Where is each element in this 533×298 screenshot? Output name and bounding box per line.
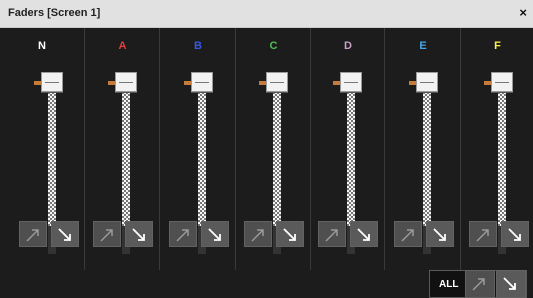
all-label: ALL xyxy=(439,279,459,290)
fader-knob[interactable] xyxy=(416,72,438,92)
arrow-down-right-icon xyxy=(132,228,145,241)
arrow-up-right-icon xyxy=(100,229,113,242)
channel-label: A xyxy=(118,40,127,52)
arrow-up-right-icon xyxy=(401,229,414,242)
fade-out-button[interactable] xyxy=(244,221,272,247)
channel-E: E xyxy=(384,28,461,270)
fader-knob[interactable] xyxy=(340,72,362,92)
channel-D: D xyxy=(310,28,385,270)
arrow-up-right-icon xyxy=(176,229,189,242)
arrow-down-right-icon xyxy=(357,228,370,241)
fader-knob[interactable] xyxy=(266,72,288,92)
arrow-down-right-icon xyxy=(58,228,71,241)
fade-out-button[interactable] xyxy=(318,221,346,247)
arrow-up-right-icon xyxy=(472,278,485,291)
window-titlebar: Faders [Screen 1] × xyxy=(0,0,533,28)
arrow-down-right-icon xyxy=(433,228,446,241)
fade-out-button[interactable] xyxy=(394,221,422,247)
channel-label: E xyxy=(419,40,427,52)
faders-panel: N A B C D E F xyxy=(0,28,533,298)
fade-in-button[interactable] xyxy=(51,221,79,247)
fade-in-button[interactable] xyxy=(276,221,304,247)
fade-out-button[interactable] xyxy=(19,221,47,247)
channel-label: C xyxy=(269,40,278,52)
channel-A: A xyxy=(84,28,160,270)
channel-C: C xyxy=(235,28,311,270)
channel-F: F xyxy=(460,28,533,270)
fade-in-button[interactable] xyxy=(501,221,529,247)
close-icon[interactable]: × xyxy=(519,5,527,20)
arrow-down-right-icon xyxy=(508,228,521,241)
arrow-up-right-icon xyxy=(325,229,338,242)
arrow-up-right-icon xyxy=(476,229,489,242)
all-channels-group: ALL xyxy=(429,270,527,298)
window-title: Faders [Screen 1] xyxy=(8,7,101,19)
arrow-up-right-icon xyxy=(251,229,264,242)
fade-out-button[interactable] xyxy=(469,221,497,247)
arrow-down-right-icon xyxy=(503,277,516,290)
fader-knob[interactable] xyxy=(191,72,213,92)
channel-B: B xyxy=(159,28,236,270)
fader-knob[interactable] xyxy=(41,72,63,92)
channel-label: N xyxy=(38,40,46,52)
all-fade-in-button[interactable] xyxy=(496,270,526,298)
arrow-up-right-icon xyxy=(26,229,39,242)
fade-out-button[interactable] xyxy=(169,221,197,247)
channel-label: D xyxy=(344,40,352,52)
fade-out-button[interactable] xyxy=(93,221,121,247)
arrow-down-right-icon xyxy=(208,228,221,241)
channel-N: N xyxy=(0,28,84,270)
fade-in-button[interactable] xyxy=(125,221,153,247)
fade-in-button[interactable] xyxy=(201,221,229,247)
fader-knob[interactable] xyxy=(115,72,137,92)
fade-in-button[interactable] xyxy=(350,221,378,247)
channel-label: F xyxy=(494,40,501,52)
channel-label: B xyxy=(194,40,202,52)
fader-knob[interactable] xyxy=(491,72,513,92)
arrow-down-right-icon xyxy=(283,228,296,241)
fade-in-button[interactable] xyxy=(426,221,454,247)
all-fade-out-button[interactable] xyxy=(465,270,495,298)
